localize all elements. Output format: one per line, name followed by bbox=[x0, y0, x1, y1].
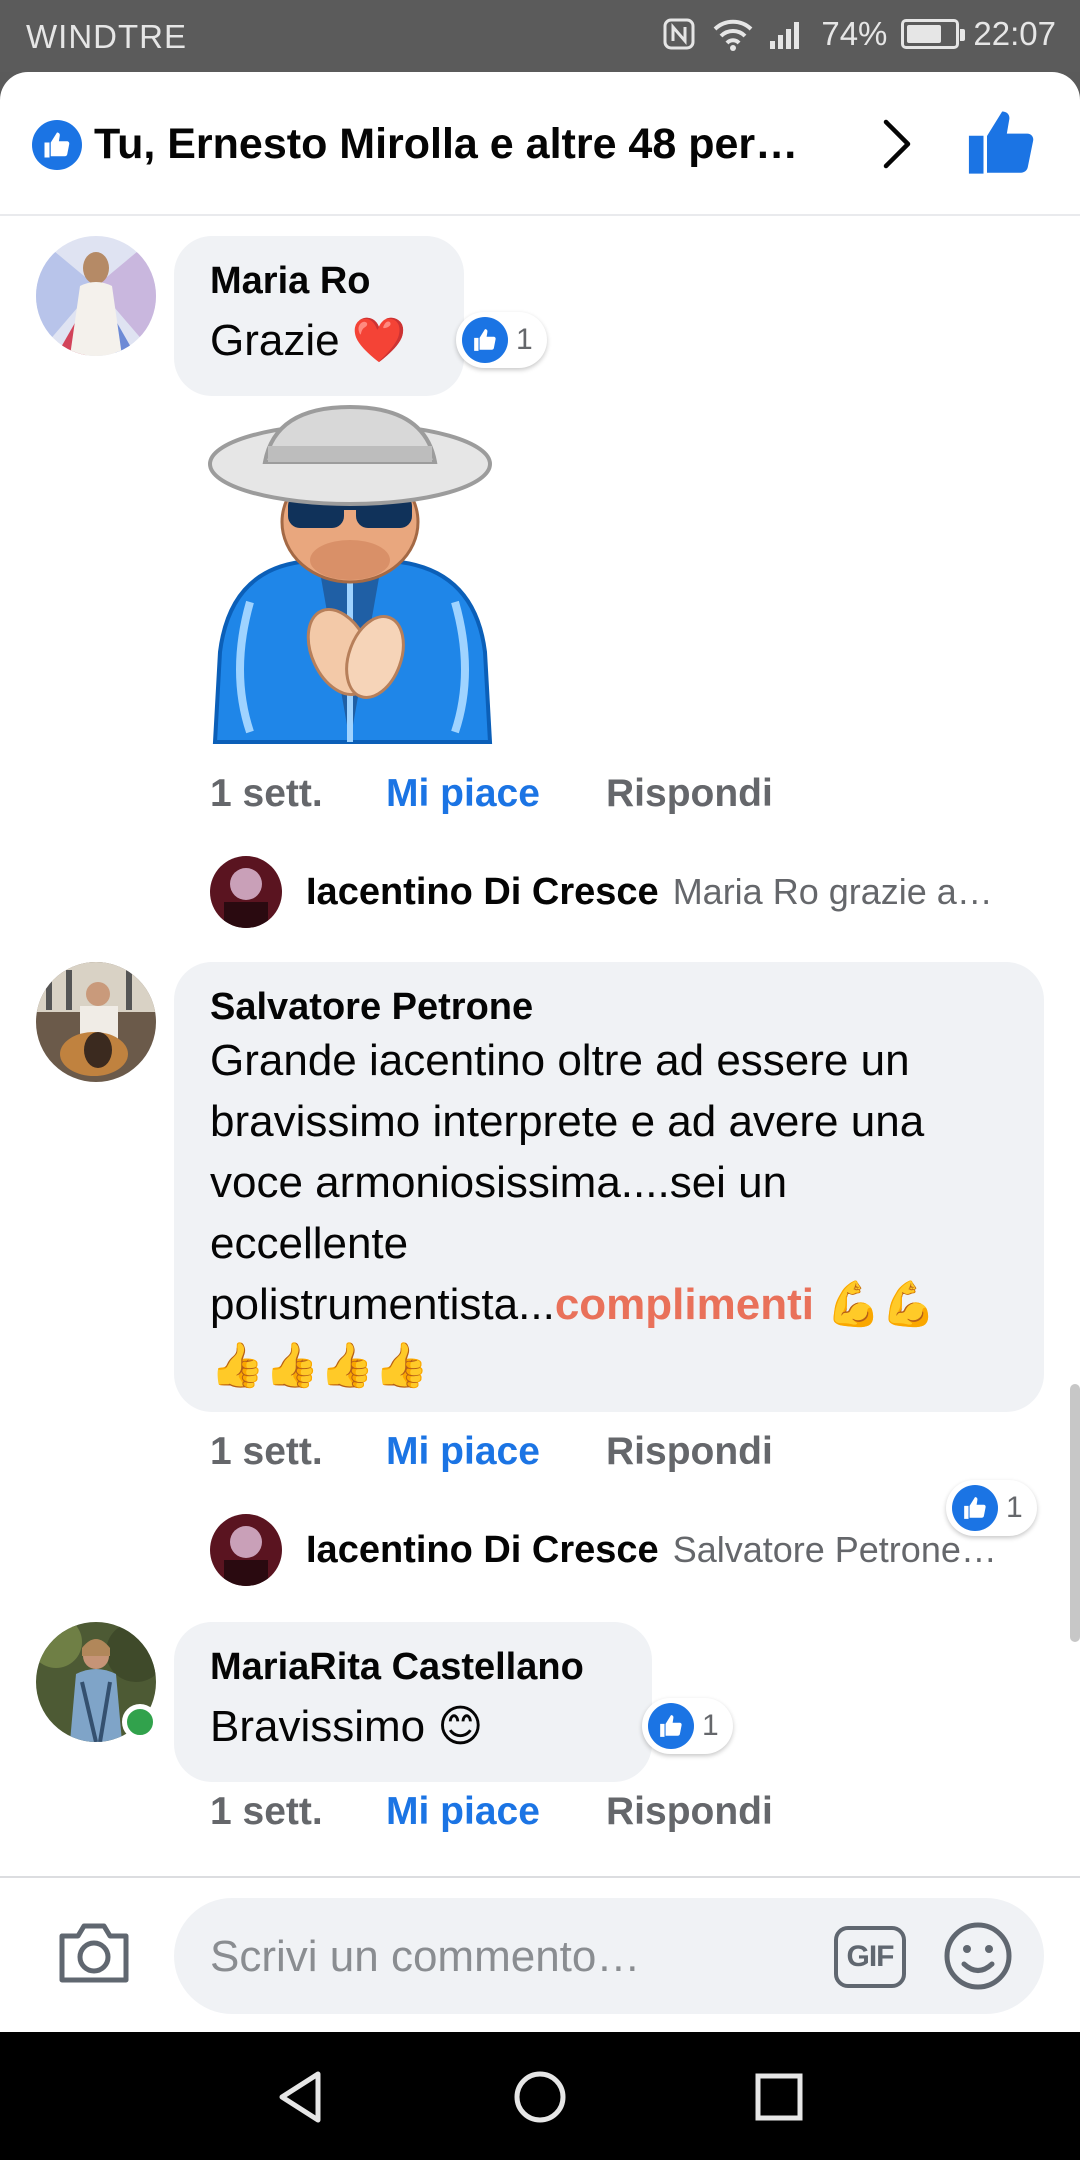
comment-author[interactable]: Salvatore Petrone bbox=[210, 984, 1008, 1030]
comment-author[interactable]: MariaRita Castellano bbox=[210, 1644, 616, 1690]
comment-line: Grande iacentino oltre ad essere un bbox=[210, 1036, 910, 1085]
home-icon[interactable] bbox=[505, 2062, 575, 2132]
status-icons: 74% 22:07 bbox=[659, 14, 1056, 54]
avatar bbox=[210, 1514, 282, 1586]
status-bar: WINDTRE 74% 22:07 bbox=[0, 0, 1080, 72]
like-reaction-icon bbox=[648, 1703, 694, 1749]
carrier-name: WINDTRE bbox=[26, 18, 187, 55]
online-status-indicator bbox=[122, 1704, 158, 1740]
system-nav-bar bbox=[0, 2032, 1080, 2160]
comment-bubble[interactable]: MariaRita Castellano Bravissimo 😊 bbox=[174, 1622, 652, 1782]
chevron-right-icon[interactable] bbox=[872, 114, 922, 174]
comment-text: Grazie ❤️ bbox=[210, 316, 407, 365]
wifi-icon bbox=[713, 14, 753, 54]
signal-icon bbox=[767, 14, 807, 54]
like-reaction-icon bbox=[32, 120, 82, 170]
reaction-count-pill[interactable]: 1 bbox=[642, 1698, 733, 1754]
nfc-icon bbox=[659, 14, 699, 54]
like-post-button[interactable] bbox=[966, 108, 1036, 178]
emoji-icon[interactable] bbox=[942, 1920, 1014, 1992]
battery-percent: 74% bbox=[821, 15, 888, 52]
comment-input[interactable]: Scrivi un commento… GIF bbox=[174, 1898, 1044, 2014]
avatar bbox=[210, 856, 282, 928]
comment-input-placeholder: Scrivi un commento… bbox=[210, 1932, 641, 1981]
scrollbar[interactable] bbox=[1070, 1384, 1080, 1642]
like-button[interactable]: Mi piace bbox=[386, 1790, 606, 1834]
reply-button[interactable]: Rispondi bbox=[606, 1790, 773, 1834]
avatar[interactable] bbox=[36, 236, 156, 356]
like-reaction-icon bbox=[462, 317, 508, 363]
comment-line-text: polistrumentista... bbox=[210, 1280, 555, 1329]
comment-sticker[interactable] bbox=[190, 402, 510, 754]
reaction-count: 1 bbox=[516, 323, 533, 356]
comment-time[interactable]: 1 sett. bbox=[210, 1430, 386, 1474]
emoji-group: 👍👍👍👍 bbox=[210, 1341, 430, 1390]
comment-line: bravissimo interprete e ad avere una bbox=[210, 1097, 925, 1146]
highlighted-word: complimenti bbox=[554, 1280, 814, 1329]
like-thumb-icon bbox=[968, 111, 1034, 174]
reactions-summary[interactable]: Tu, Ernesto Mirolla e altre 48 per… bbox=[94, 120, 834, 169]
camera-icon[interactable] bbox=[56, 1920, 132, 1986]
reply-author[interactable]: Iacentino Di Cresce bbox=[306, 871, 659, 914]
reply-button[interactable]: Rispondi bbox=[606, 1430, 773, 1474]
like-button[interactable]: Mi piace bbox=[386, 1430, 606, 1474]
comment-bubble[interactable]: Salvatore Petrone Grande iacentino oltre… bbox=[174, 962, 1044, 1412]
reply-preview[interactable]: Iacentino Di Cresce Maria Ro grazie a… bbox=[210, 856, 1030, 928]
comment-composer: Scrivi un commento… GIF bbox=[0, 1876, 1080, 2032]
comment-time[interactable]: 1 sett. bbox=[210, 772, 386, 816]
battery-icon bbox=[901, 19, 966, 49]
emoji-group: 💪💪 bbox=[826, 1280, 936, 1329]
comment-actions: 1 sett. Mi piace Rispondi bbox=[210, 1790, 773, 1834]
recents-icon[interactable] bbox=[744, 2062, 814, 2132]
gif-button[interactable]: GIF bbox=[834, 1926, 906, 1988]
comments-sheet: Tu, Ernesto Mirolla e altre 48 per… Mari… bbox=[0, 72, 1080, 2032]
comment-text: Grande iacentino oltre ad essere un brav… bbox=[210, 1030, 1008, 1396]
back-icon[interactable] bbox=[266, 2062, 336, 2132]
comment-text: Bravissimo 😊 bbox=[210, 1702, 484, 1751]
reply-snippet: Salvatore Petrone… bbox=[672, 1529, 997, 1570]
clock: 22:07 bbox=[973, 15, 1056, 52]
comment-line: polistrumentista...complimenti 💪💪 bbox=[210, 1274, 1008, 1335]
comment-bubble[interactable]: Maria Ro Grazie ❤️ bbox=[174, 236, 464, 396]
reactions-header[interactable]: Tu, Ernesto Mirolla e altre 48 per… bbox=[0, 72, 1080, 216]
reaction-count-pill[interactable]: 1 bbox=[456, 312, 547, 368]
like-button[interactable]: Mi piace bbox=[386, 772, 606, 816]
reply-author[interactable]: Iacentino Di Cresce bbox=[306, 1529, 659, 1572]
comment-line: eccellente bbox=[210, 1219, 409, 1268]
reaction-count: 1 bbox=[702, 1709, 719, 1742]
comment-author[interactable]: Maria Ro bbox=[210, 258, 428, 304]
reply-button[interactable]: Rispondi bbox=[606, 772, 773, 816]
comment-actions: 1 sett. Mi piace Rispondi bbox=[210, 1430, 773, 1474]
comment-time[interactable]: 1 sett. bbox=[210, 1790, 386, 1834]
comment-line: voce armoniosissima....sei un bbox=[210, 1158, 788, 1207]
reply-snippet: Maria Ro grazie a… bbox=[672, 871, 993, 912]
reply-preview[interactable]: Iacentino Di Cresce Salvatore Petrone… bbox=[210, 1514, 1030, 1586]
comment-actions: 1 sett. Mi piace Rispondi bbox=[210, 772, 773, 816]
battery-level bbox=[907, 25, 942, 43]
avatar[interactable] bbox=[36, 962, 156, 1082]
